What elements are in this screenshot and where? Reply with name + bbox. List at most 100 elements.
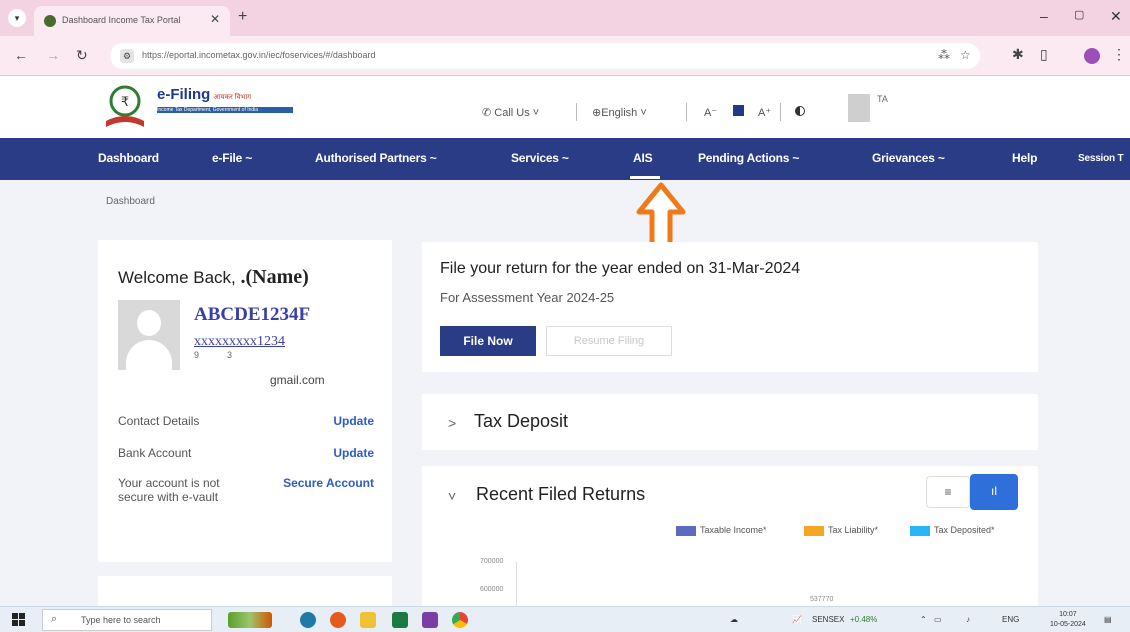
avatar-head	[137, 310, 161, 336]
avatar-body	[126, 340, 172, 370]
user-avatar[interactable]	[848, 94, 870, 122]
firefox-icon[interactable]	[330, 612, 346, 628]
language-select[interactable]: ⊕English ˅	[592, 106, 647, 119]
bar-value-label: 537770	[810, 596, 834, 603]
volume-icon[interactable]: ♪	[966, 615, 970, 624]
nav-grievances[interactable]: Grievances ~	[872, 151, 945, 165]
stock-chart-icon[interactable]: 📈	[792, 615, 802, 624]
sidepanel-icon[interactable]: ▯	[1040, 46, 1048, 63]
secondary-card	[98, 576, 392, 606]
logo-subtitle: Income Tax Department, Government of Ind…	[157, 107, 293, 113]
system-clock[interactable]: 10:07 10-05-2024	[1050, 610, 1086, 630]
mobile-number: 93	[194, 350, 233, 360]
efiling-logo[interactable]: e-Filing आयकर विभाग	[157, 86, 251, 103]
forward-icon[interactable]: →	[46, 47, 60, 63]
divider	[780, 103, 781, 121]
contrast-icon[interactable]	[795, 106, 805, 116]
sensex-change[interactable]: +0.48%	[850, 615, 877, 624]
search-icon: ⌕	[51, 613, 58, 625]
notification-icon[interactable]: ▤	[1104, 615, 1112, 624]
weather-icon[interactable]: ☁	[730, 615, 738, 624]
file-return-title: File your return for the year ended on 3…	[440, 260, 801, 277]
excel-icon[interactable]	[392, 612, 408, 628]
text-smaller-button[interactable]: A⁻	[704, 106, 717, 119]
nav-dashboard[interactable]: Dashboard	[98, 151, 159, 165]
chrome-icon[interactable]	[452, 612, 468, 628]
tab-search-icon[interactable]: ▾	[8, 9, 26, 27]
bookmark-star-icon[interactable]: ☆	[960, 48, 971, 62]
browser-tabstrip: ▾ Dashboard Income Tax Portal ✕ + – ▢ ✕	[0, 0, 1130, 36]
chart-view-button[interactable]: ıl	[970, 474, 1018, 510]
chevron-down-icon[interactable]: ˅	[448, 488, 456, 504]
file-explorer-icon[interactable]	[360, 612, 376, 628]
sensex-label[interactable]: SENSEX	[812, 615, 844, 624]
nav-pending-actions[interactable]: Pending Actions ~	[698, 151, 799, 165]
tray-arrow-icon[interactable]: ⌃	[920, 615, 927, 624]
legend-swatch	[676, 525, 696, 536]
divider	[576, 103, 577, 121]
y-tick: 700000	[480, 558, 504, 565]
list-view-button[interactable]: ≡	[926, 476, 970, 508]
taskbar-search-input[interactable]: ⌕ Type here to search	[42, 609, 212, 631]
divider	[686, 103, 687, 121]
language-indicator[interactable]: ENG	[1002, 615, 1019, 624]
svg-text:₹: ₹	[121, 95, 129, 110]
legend-swatch	[910, 525, 930, 536]
menu-kebab-icon[interactable]: ⋮	[1112, 46, 1126, 63]
bank-update-link[interactable]: Update	[333, 446, 374, 460]
legend-tax-liability: Tax Liability*	[804, 525, 878, 536]
network-icon[interactable]: ▭	[934, 615, 942, 624]
govt-emblem-icon: ₹	[106, 85, 144, 127]
address-bar[interactable]: ⚙ https://eportal.incometax.gov.in/iec/f…	[110, 43, 980, 69]
profile-photo	[118, 300, 180, 370]
profile-card: Welcome Back, .(Name) ABCDE1234F xxxxxxx…	[98, 240, 392, 562]
call-us-button[interactable]: ✆ Call Us ˅	[482, 106, 539, 119]
window-close-button[interactable]: ✕	[1110, 8, 1122, 25]
breadcrumb[interactable]: Dashboard	[106, 196, 155, 207]
assessment-year: For Assessment Year 2024-25	[440, 290, 615, 305]
chevron-right-icon[interactable]: >	[448, 415, 456, 431]
edge-icon[interactable]	[300, 612, 316, 628]
user-initials[interactable]: TA	[877, 94, 888, 104]
favicon-icon	[44, 15, 56, 27]
nav-efile[interactable]: e-File ~	[212, 151, 252, 165]
secure-account-link[interactable]: Secure Account	[283, 476, 374, 490]
legend-taxable-income: Taxable Income*	[676, 525, 767, 536]
back-icon[interactable]: ←	[14, 47, 28, 63]
minimize-button[interactable]: –	[1040, 8, 1048, 24]
search-highlight-icon[interactable]	[228, 612, 272, 628]
nav-session-timer[interactable]: Session T	[1078, 153, 1124, 164]
nav-authorised-partners[interactable]: Authorised Partners ~	[315, 151, 437, 165]
text-normal-button[interactable]	[733, 105, 744, 116]
y-tick: 600000	[480, 586, 504, 593]
tab-close-icon[interactable]: ✕	[210, 12, 220, 26]
windows-start-icon[interactable]	[12, 613, 26, 627]
windows-taskbar: ⌕ Type here to search ☁ 📈 SENSEX +0.48% …	[0, 606, 1130, 632]
site-header: ₹ e-Filing आयकर विभाग Income Tax Departme…	[0, 76, 1130, 138]
legend-swatch	[804, 525, 824, 536]
site-info-icon[interactable]: ⚙	[120, 49, 134, 63]
chart-axis	[516, 562, 517, 606]
recent-returns-title[interactable]: Recent Filed Returns	[476, 484, 645, 505]
evault-warning: Your account is not secure with e-vault	[118, 476, 220, 504]
translate-icon[interactable]: ⁂	[938, 48, 950, 62]
restore-button[interactable]: ▢	[1074, 8, 1084, 21]
file-now-button[interactable]: File Now	[440, 326, 536, 356]
tax-deposit-title[interactable]: Tax Deposit	[474, 411, 568, 432]
nav-services[interactable]: Services ~	[511, 151, 569, 165]
browser-tab[interactable]: Dashboard Income Tax Portal ✕	[34, 6, 230, 36]
reload-icon[interactable]: ↻	[76, 47, 88, 64]
new-tab-button[interactable]: +	[238, 8, 247, 26]
tax-deposit-card[interactable]: > Tax Deposit	[422, 394, 1038, 450]
pan-number: ABCDE1234F	[194, 304, 311, 325]
nav-ais[interactable]: AIS	[633, 151, 653, 165]
extensions-icon[interactable]: ✱	[1012, 46, 1024, 63]
contact-update-link[interactable]: Update	[333, 414, 374, 428]
url-text: https://eportal.incometax.gov.in/iec/fos…	[142, 50, 376, 60]
nav-help[interactable]: Help	[1012, 151, 1037, 165]
text-larger-button[interactable]: A⁺	[758, 106, 771, 119]
recent-returns-card: ˅ Recent Filed Returns ≡ ıl Taxable Inco…	[422, 466, 1038, 606]
tab-title: Dashboard Income Tax Portal	[62, 15, 181, 25]
app-icon[interactable]	[422, 612, 438, 628]
profile-avatar-icon[interactable]	[1084, 48, 1100, 64]
